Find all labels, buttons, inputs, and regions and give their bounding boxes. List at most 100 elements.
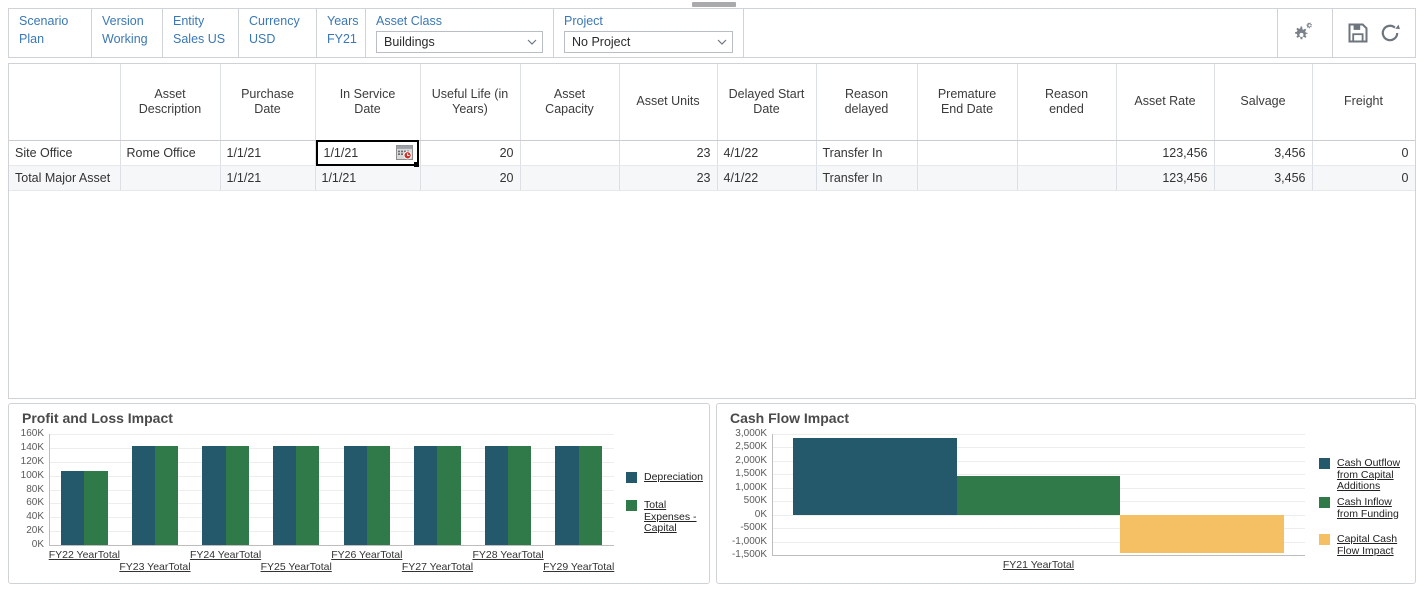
cell-reason-delayed[interactable]: Transfer In [816,140,918,166]
cell-salvage[interactable]: 3,456 [1214,165,1313,191]
x-axis-category-label[interactable]: FY23 YearTotal [119,561,190,573]
col-header-salvage[interactable]: Salvage [1214,64,1313,141]
asset-grid-panel[interactable]: Asset Description Purchase Date In Service… [8,63,1416,399]
x-axis-category-label[interactable]: FY25 YearTotal [261,561,332,573]
cell-asset-description[interactable] [120,165,221,191]
date-picker-icon[interactable] [395,145,413,160]
pov-version-value[interactable]: Working [102,30,152,49]
legend-label[interactable]: Depreciation [644,471,703,484]
refresh-icon[interactable] [1379,22,1401,44]
col-header-reason-ended[interactable]: Reason ended [1017,64,1117,141]
x-axis-category-label[interactable]: FY27 YearTotal [402,561,473,573]
col-header-delayed-start-date[interactable]: Delayed Start Date [717,64,817,141]
legend-label[interactable]: Cash Outflow from Capital Additions [1337,457,1411,493]
cell-purchase-date[interactable]: 1/1/21 [220,165,316,191]
table-row[interactable]: Site Office Rome Office 1/1/21 1/1/21 20… [9,139,1415,167]
x-axis-category-label[interactable]: FY26 YearTotal [331,549,402,561]
col-header-freight[interactable]: Freight [1312,64,1415,141]
col-header-purchase-date[interactable]: Purchase Date [220,64,316,141]
pov-currency-value[interactable]: USD [249,30,306,49]
col-header-text: Freight [1344,94,1383,109]
col-header-asset-description[interactable]: Asset Description [120,64,221,141]
cell-asset-units[interactable]: 23 [619,140,718,166]
row-header[interactable]: Site Office [9,140,121,166]
pov-version[interactable]: Version Working [92,9,163,57]
col-header-asset-capacity[interactable]: Asset Capacity [520,64,620,141]
table-row[interactable]: Total Major Asset 1/1/21 1/1/21 20 23 4/… [9,165,1415,191]
bar-cash_flow-0-1 [956,476,1121,515]
gear-icon[interactable] [1292,21,1318,45]
legend-label[interactable]: Capital Cash Flow Impact [1337,533,1411,557]
col-header-asset-rate[interactable]: Asset Rate [1116,64,1215,141]
legend-item: Cash Outflow from Capital Additions [1319,457,1411,493]
pov-scenario[interactable]: Scenario Plan [9,9,92,57]
cell-reason-ended[interactable] [1017,165,1117,191]
selection-handle[interactable] [413,161,419,167]
x-axis-category-label[interactable]: FY29 YearTotal [543,561,614,573]
cell-asset-rate[interactable]: 123,456 [1116,140,1215,166]
pov-entity-value[interactable]: Sales US [173,30,228,49]
y-axis-tick-label: 2,500K [735,441,767,453]
y-axis-tick-label: -1,500K [731,549,767,560]
bar-profit_loss-0-0 [61,471,85,545]
col-header-text: Useful Life (in Years) [431,86,509,116]
asset-class-label: Asset Class [376,14,442,28]
x-axis-category-label[interactable]: FY28 YearTotal [472,549,543,561]
save-icon[interactable] [1347,22,1369,44]
col-header-premature-end-date[interactable]: Premature End Date [917,64,1018,141]
legend-item: Cash Inflow from Funding [1319,496,1411,520]
legend-color-swatch [1319,497,1330,508]
cell-asset-units[interactable]: 23 [619,165,718,191]
cell-reason-delayed[interactable]: Transfer In [816,165,918,191]
bar-profit_loss-5-0 [414,446,438,545]
cell-asset-capacity[interactable] [520,165,620,191]
cell-in-service-date-selected[interactable]: 1/1/21 [315,139,421,167]
y-axis-line [49,434,50,545]
y-axis-tick-label: 140K [20,441,44,453]
legend-color-swatch [1319,534,1330,545]
legend-label[interactable]: Total Expenses - Capital [644,499,705,535]
col-header-in-service-date[interactable]: In Service Date [315,64,421,141]
pov-entity[interactable]: Entity Sales US [163,9,239,57]
col-header-reason-delayed[interactable]: Reason delayed [816,64,918,141]
pov-toolbar [1277,9,1415,57]
col-header-rowaxis[interactable] [9,64,121,141]
col-header-useful-life[interactable]: Useful Life (in Years) [420,64,521,141]
cell-in-service-date[interactable]: 1/1/21 [315,165,421,191]
cell-freight[interactable]: 0 [1312,140,1415,166]
x-axis-category-label[interactable]: FY21 YearTotal [1003,559,1074,571]
bar-profit_loss-6-1 [508,446,532,545]
pov-entity-label: Entity [173,14,205,28]
pov-currency[interactable]: Currency USD [239,9,317,57]
cell-reason-ended[interactable] [1017,140,1117,166]
x-axis-category-label[interactable]: FY24 YearTotal [190,549,261,561]
pov-scenario-value[interactable]: Plan [19,30,81,49]
cell-delayed-start-date[interactable]: 4/1/22 [717,140,817,166]
x-axis-category-label[interactable]: FY22 YearTotal [49,549,120,561]
settings-group [1277,9,1332,57]
cell-useful-life[interactable]: 20 [420,165,521,191]
cell-asset-description[interactable]: Rome Office [120,140,221,166]
legend-label[interactable]: Cash Inflow from Funding [1337,496,1411,520]
cell-asset-capacity[interactable] [520,140,620,166]
pov-years[interactable]: Years FY21 [317,9,366,57]
cell-purchase-date[interactable]: 1/1/21 [220,140,316,166]
cell-useful-life[interactable]: 20 [420,140,521,166]
y-axis-tick-label: 3,000K [735,428,767,439]
cell-premature-end-date[interactable] [917,165,1018,191]
row-header[interactable]: Total Major Asset [9,165,121,191]
bar-profit_loss-2-0 [202,446,226,545]
cell-salvage[interactable]: 3,456 [1214,140,1313,166]
cell-freight[interactable]: 0 [1312,165,1415,191]
window-scroll-nub[interactable] [692,2,736,7]
y-axis-tick-label: 0K [754,508,767,520]
bar-profit_loss-6-0 [484,446,509,545]
project-select[interactable]: No Project [564,31,733,53]
col-header-asset-units[interactable]: Asset Units [619,64,718,141]
bar-profit_loss-1-1 [154,446,179,545]
cell-delayed-start-date[interactable]: 4/1/22 [717,165,817,191]
cell-premature-end-date[interactable] [917,140,1018,166]
asset-class-select[interactable]: Buildings [376,31,543,53]
pov-years-value[interactable]: FY21 [327,30,357,49]
cell-asset-rate[interactable]: 123,456 [1116,165,1215,191]
